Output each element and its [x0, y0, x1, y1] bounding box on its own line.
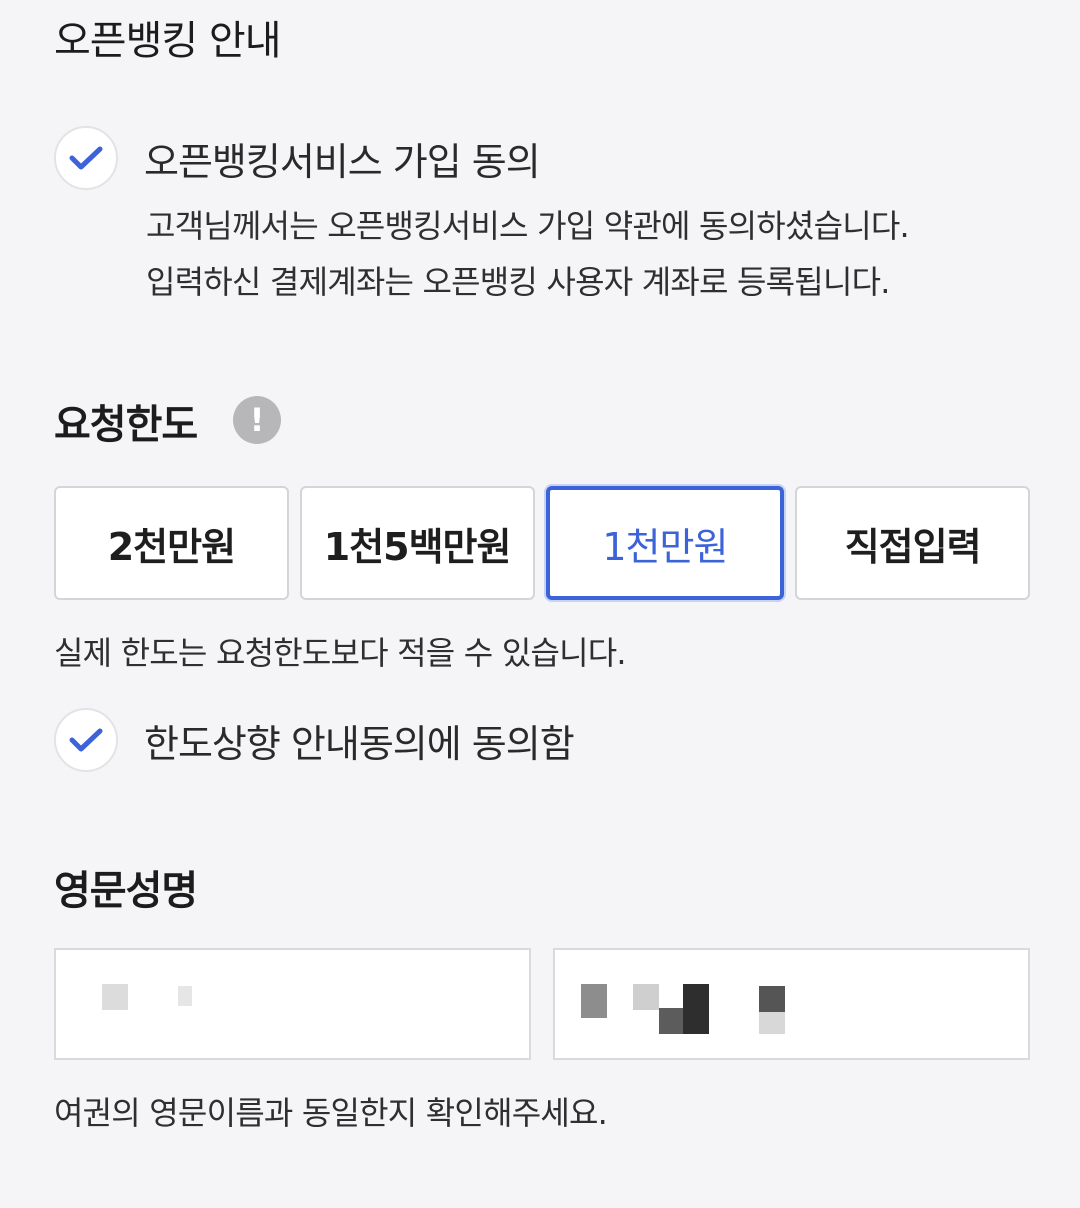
openbanking-desc-line2: 입력하신 결제계좌는 오픈뱅킹 사용자 계좌로 등록됩니다.: [146, 263, 890, 301]
masked-text: [581, 984, 607, 1018]
section-title-english-name: 영문성명: [54, 868, 198, 914]
limit-agree-row[interactable]: 한도상향 안내동의에 동의함: [54, 708, 575, 772]
english-first-name-field[interactable]: [54, 948, 531, 1060]
english-first-name-input[interactable]: [102, 983, 529, 1025]
limit-note: 실제 한도는 요청한도보다 적을 수 있습니다.: [54, 634, 627, 672]
masked-text: [683, 984, 709, 1034]
openbanking-agree-label: 오픈뱅킹서비스 가입 동의: [144, 139, 541, 184]
limit-agree-label: 한도상향 안내동의에 동의함: [144, 721, 575, 766]
openbanking-agree-row[interactable]: 오픈뱅킹서비스 가입 동의: [54, 126, 541, 190]
limit-agree-checkbox[interactable]: [54, 708, 118, 772]
english-last-name-field[interactable]: [553, 948, 1030, 1060]
section-title-openbanking: 오픈뱅킹 안내: [54, 18, 282, 64]
limit-option-20m[interactable]: 2천만원: [54, 486, 289, 600]
masked-text: [759, 1012, 785, 1034]
limit-option-15m[interactable]: 1천5백만원: [299, 486, 535, 600]
check-icon: [69, 728, 103, 752]
masked-text: [178, 986, 192, 1006]
section-title-limit: 요청한도: [54, 402, 198, 448]
limit-options: 2천만원 1천5백만원 1천만원 직접입력: [54, 486, 1030, 600]
masked-text: [659, 1008, 685, 1034]
masked-text: [633, 984, 659, 1010]
limit-option-custom[interactable]: 직접입력: [795, 486, 1030, 600]
masked-text: [759, 986, 785, 1012]
openbanking-description: 고객님께서는 오픈뱅킹서비스 가입 약관에 동의하셨습니다. 입력하신 결제계좌…: [146, 198, 910, 310]
masked-text: [102, 984, 128, 1010]
passport-note: 여권의 영문이름과 동일한지 확인해주세요.: [54, 1094, 608, 1132]
openbanking-agree-checkbox[interactable]: [54, 126, 118, 190]
check-icon: [69, 146, 103, 170]
limit-option-10m[interactable]: 1천만원: [545, 486, 785, 600]
openbanking-desc-line1: 고객님께서는 오픈뱅킹서비스 가입 약관에 동의하셨습니다.: [146, 207, 910, 245]
info-icon[interactable]: !: [233, 396, 281, 444]
english-name-fields: [54, 948, 1030, 1060]
